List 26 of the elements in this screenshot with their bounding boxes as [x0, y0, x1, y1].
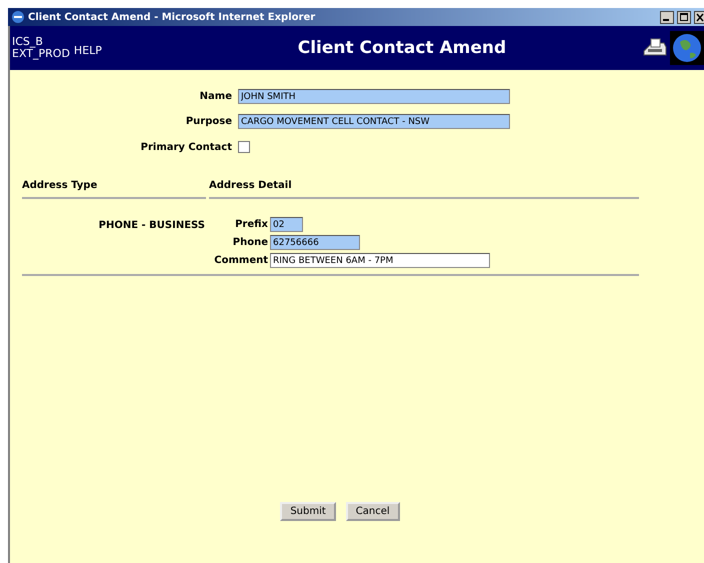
maximize-icon[interactable] [677, 10, 691, 24]
primary-contact-checkbox[interactable] [238, 141, 250, 153]
input-field[interactable]: 02 [270, 217, 303, 232]
column-header: Address Type [22, 180, 206, 199]
globe-icon[interactable] [670, 31, 704, 65]
field-label: Comment [213, 255, 269, 266]
field-label: Name [198, 91, 233, 102]
address-type: PHONE - BUSINESS [98, 219, 205, 233]
close-icon[interactable] [694, 10, 704, 24]
page-title: Client Contact Amend [296, 38, 508, 58]
column-header: Address Detail [209, 180, 639, 199]
environment-label: EXT_PROD [12, 48, 70, 60]
help-link[interactable]: HELP [74, 44, 102, 56]
input-field[interactable]: 62756666 [270, 235, 360, 250]
field-label: Phone [232, 237, 269, 248]
purpose-field[interactable]: CARGO MOVEMENT CELL CONTACT - NSW [238, 114, 510, 129]
input-field[interactable]: RING BETWEEN 6AM - 7PM [270, 253, 490, 268]
submit-button[interactable]: Submit [280, 502, 336, 521]
field-label: Prefix [234, 219, 269, 230]
field-label: Primary Contact [140, 142, 233, 152]
window-title: Client Contact Amend - Microsoft Internet Explorer [28, 12, 316, 22]
cancel-button[interactable]: Cancel [346, 502, 400, 521]
field-label: Purpose [184, 116, 233, 127]
browser-icon [11, 10, 25, 24]
minimize-icon[interactable] [660, 10, 674, 24]
system-label: ICS_B [12, 36, 44, 48]
